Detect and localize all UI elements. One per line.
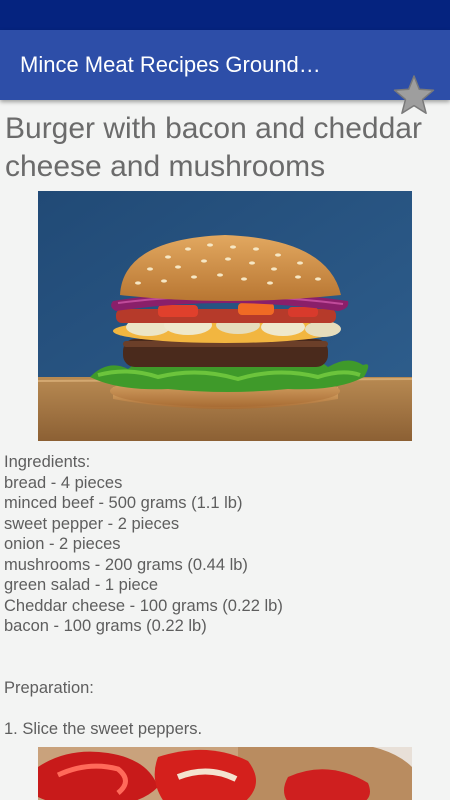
ingredients-heading: Ingredients: [4,453,91,471]
ingredient-item: Cheddar cheese - 100 grams (0.22 lb) [4,596,283,615]
burger-photo [38,191,412,441]
ingredient-item: green salad - 1 piece [4,576,159,594]
ingredient-item: onion - 2 pieces [4,535,121,553]
ingredient-item: bread - 4 pieces [4,473,123,492]
recipe-content[interactable]: Burger with bacon and cheddar cheese and… [0,100,450,800]
recipe-title: Burger with bacon and cheddar cheese and… [5,112,422,183]
preparation-heading: Preparation: [4,678,94,697]
ingredient-item: mushrooms - 200 grams (0.44 lb) [4,555,248,574]
app-title: Mince Meat Recipes Ground… [20,52,321,77]
app-bar: Mince Meat Recipes Ground… [0,30,450,115]
recipe-body: Ingredients: bread - 4 pieces minced bee… [4,452,444,739]
ingredient-item: minced beef - 500 grams (1.1 lb) [4,494,243,512]
ingredient-item: bacon - 100 grams (0.22 lb) [4,617,207,635]
ingredient-item: sweet pepper - 2 pieces [4,514,180,533]
status-bar [0,0,450,30]
preparation-step: 1. Slice the sweet peppers. [4,719,203,738]
sweet-pepper-photo [38,747,412,800]
